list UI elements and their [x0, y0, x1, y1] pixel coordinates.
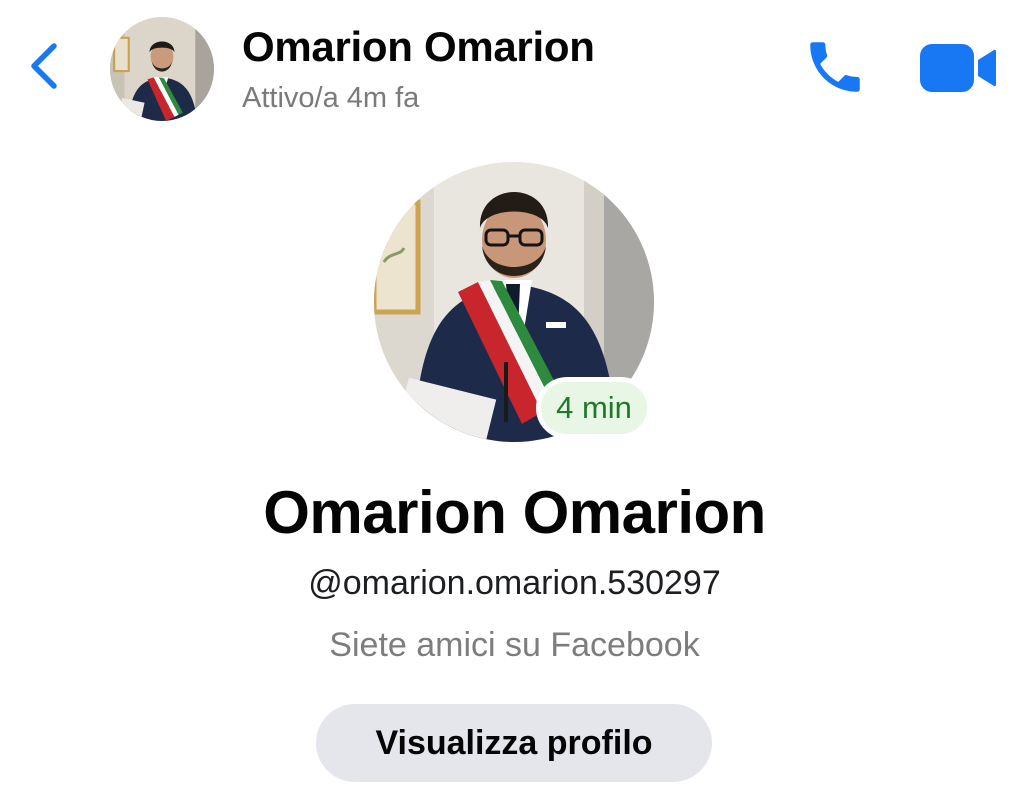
- profile-username: @omarion.omarion.530297: [308, 564, 721, 602]
- header-avatar[interactable]: [110, 17, 214, 121]
- video-camera-icon: [920, 44, 996, 92]
- audio-call-button[interactable]: [802, 34, 868, 100]
- active-time-badge: 4 min: [536, 377, 652, 439]
- messenger-chat-screen: Omarion Omarion Attivo/a 4m fa 4 min Oma…: [0, 0, 1029, 793]
- back-button[interactable]: [22, 36, 66, 96]
- view-profile-button[interactable]: Visualizza profilo: [316, 704, 712, 782]
- phone-icon: [810, 42, 860, 92]
- profile-name: Omarion Omarion: [263, 479, 766, 546]
- contact-name[interactable]: Omarion Omarion: [242, 22, 595, 72]
- active-status: Attivo/a 4m fa: [242, 82, 420, 114]
- video-call-button[interactable]: [918, 40, 998, 96]
- friend-status: Siete amici su Facebook: [329, 626, 700, 664]
- chat-header: Omarion Omarion Attivo/a 4m fa: [0, 0, 1029, 130]
- chevron-left-icon: [31, 43, 57, 89]
